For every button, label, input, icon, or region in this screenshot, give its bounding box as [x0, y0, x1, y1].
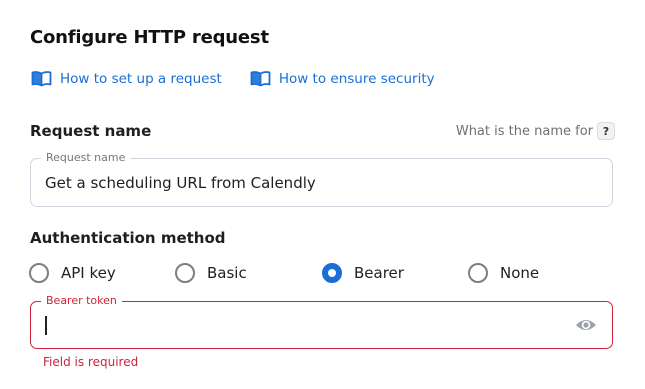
- help-links: How to set up a request How to ensure se…: [31, 70, 435, 87]
- auth-option-label: Basic: [207, 264, 247, 282]
- request-name-heading: Request name: [30, 122, 152, 140]
- book-icon: [250, 71, 271, 87]
- auth-method-heading: Authentication method: [30, 229, 226, 247]
- question-icon: ?: [597, 122, 615, 140]
- ensure-security-link-label: How to ensure security: [278, 70, 435, 87]
- book-icon: [31, 71, 52, 87]
- eye-icon[interactable]: [575, 316, 597, 334]
- auth-method-radio-group: API key Basic Bearer None: [29, 263, 539, 283]
- request-name-field[interactable]: Request name Get a scheduling URL from C…: [30, 151, 613, 207]
- radio-checked-icon: [322, 263, 342, 283]
- text-caret: [45, 316, 47, 335]
- radio-unchecked-icon: [175, 263, 195, 283]
- auth-option-label: None: [500, 264, 540, 282]
- request-name-help[interactable]: What is the name for ?: [456, 122, 615, 140]
- radio-unchecked-icon: [29, 263, 49, 283]
- request-name-help-text: What is the name for: [455, 123, 593, 139]
- page-title: Configure HTTP request: [30, 27, 269, 48]
- auth-option-label: API key: [61, 264, 116, 282]
- auth-option-basic[interactable]: Basic: [175, 263, 322, 283]
- bearer-token-field-label: Bearer token: [41, 294, 122, 308]
- request-name-input[interactable]: Get a scheduling URL from Calendly: [45, 174, 316, 192]
- bearer-token-field[interactable]: Bearer token: [30, 294, 613, 349]
- setup-request-link-label: How to set up a request: [60, 70, 222, 87]
- setup-request-link[interactable]: How to set up a request: [31, 70, 222, 87]
- auth-option-label: Bearer: [354, 264, 404, 282]
- auth-option-bearer[interactable]: Bearer: [322, 263, 468, 283]
- http-request-panel: Configure HTTP request How to set up a r…: [0, 0, 645, 389]
- auth-option-api-key[interactable]: API key: [29, 263, 175, 283]
- ensure-security-link[interactable]: How to ensure security: [250, 70, 435, 87]
- bearer-token-error: Field is required: [43, 355, 139, 369]
- radio-unchecked-icon: [468, 263, 488, 283]
- auth-option-none[interactable]: None: [468, 263, 539, 283]
- request-name-field-label: Request name: [41, 151, 131, 165]
